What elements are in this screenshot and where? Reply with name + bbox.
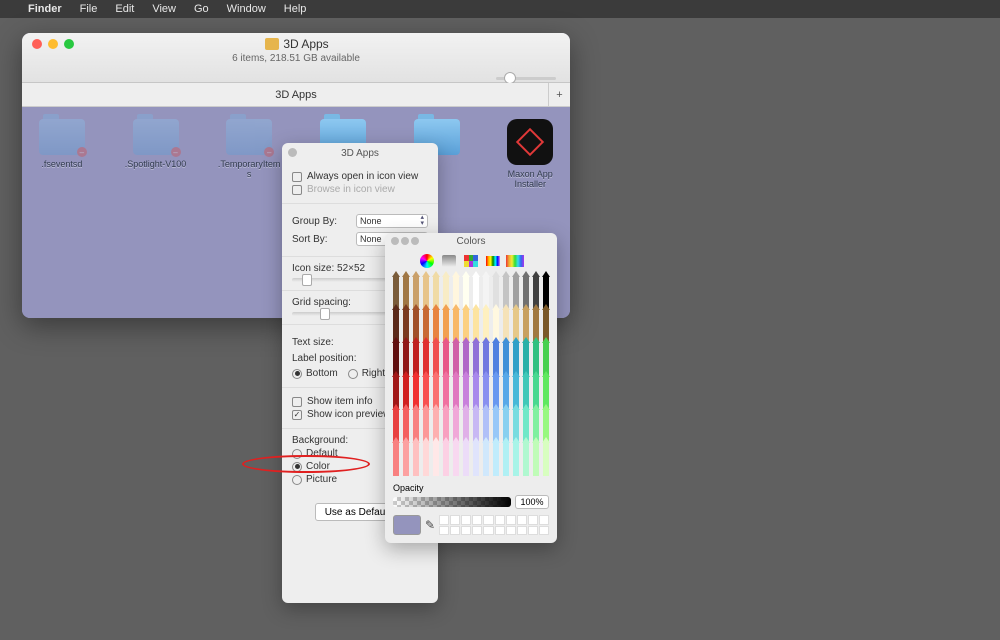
palette-icon [464,255,478,267]
iconsize-value: 52×52 [337,263,365,274]
pencil-color[interactable] [501,443,511,476]
menu-view[interactable]: View [152,3,176,15]
panel-title: 3D Apps [341,148,379,159]
always-open-checkbox[interactable] [292,172,302,182]
file-item[interactable]: Maxon App Installer [498,119,562,189]
menubar: Finder File Edit View Go Window Help [0,0,1000,18]
pathbar[interactable]: 3D Apps + [22,83,570,107]
browse-checkbox [292,185,302,195]
minimize-button[interactable] [48,39,58,49]
picker-tab-pencils[interactable] [506,253,524,269]
pencil-picker[interactable] [391,277,551,476]
bg-picture-label: Picture [306,474,337,485]
bg-color-radio[interactable] [292,462,302,472]
bottom-label: Bottom [306,368,338,379]
color-wheel-icon [420,254,434,268]
minimize-icon[interactable] [401,237,409,245]
pencil-color[interactable] [491,443,501,476]
pencil-color[interactable] [401,443,411,476]
picker-tab-sliders[interactable] [440,253,458,269]
bg-picture-radio[interactable] [292,475,302,485]
opacity-label: Opacity [393,483,549,493]
status-text: 6 items, 218.51 GB available [22,51,570,70]
groupby-label: Group By: [292,216,337,227]
pencil-color[interactable] [481,443,491,476]
opacity-slider[interactable] [393,497,511,507]
eyedropper-icon[interactable]: ✎ [425,518,435,532]
pencils-icon [506,255,524,267]
always-open-label: Always open in icon view [307,171,418,182]
menu-app[interactable]: Finder [28,3,62,15]
pencil-color[interactable] [431,443,441,476]
labelpos-bottom-radio[interactable] [292,369,302,379]
bg-default-label: Default [306,448,338,459]
sliders-icon [442,255,456,267]
right-label: Right [362,368,385,379]
sortby-label: Sort By: [292,234,328,245]
path-segment[interactable]: 3D Apps [275,89,317,101]
menu-go[interactable]: Go [194,3,209,15]
icon-size-toolbar-slider[interactable] [496,77,556,80]
picker-tab-palettes[interactable] [462,253,480,269]
menu-edit[interactable]: Edit [115,3,134,15]
pencil-color[interactable] [531,443,541,476]
pencil-color[interactable] [411,443,421,476]
zoom-button[interactable] [64,39,74,49]
colors-panel: Colors Opacity 100% ✎ [385,233,557,543]
close-icon[interactable] [391,237,399,245]
bg-default-radio[interactable] [292,449,302,459]
pencil-color[interactable] [541,443,551,476]
pencil-color[interactable] [391,443,401,476]
close-button[interactable] [32,39,42,49]
swatch-grid[interactable] [439,515,549,535]
iconpreview-checkbox[interactable] [292,410,302,420]
zoom-icon[interactable] [411,237,419,245]
iteminfo-label: Show item info [307,396,373,407]
add-tab-button[interactable]: + [548,83,570,106]
pencil-color[interactable] [451,443,461,476]
close-icon[interactable] [288,148,297,157]
pencil-color[interactable] [421,443,431,476]
menu-help[interactable]: Help [284,3,307,15]
pencil-color[interactable] [441,443,451,476]
picker-tab-spectrum[interactable] [484,253,502,269]
colors-title: Colors [457,236,486,247]
file-item[interactable]: –.Spotlight-V100 [124,119,188,169]
current-color-swatch[interactable] [393,515,421,535]
opacity-value[interactable]: 100% [515,495,549,509]
labelpos-right-radio[interactable] [348,369,358,379]
pencil-color[interactable] [511,443,521,476]
folder-icon [265,38,279,50]
pencil-color[interactable] [521,443,531,476]
pencil-color[interactable] [461,443,471,476]
iconsize-label: Icon size: [292,263,334,274]
menu-file[interactable]: File [80,3,98,15]
file-item[interactable]: –.TemporaryItems [217,119,281,179]
bg-color-label: Color [306,461,330,472]
window-title: 3D Apps [283,37,328,51]
menu-window[interactable]: Window [227,3,266,15]
picker-tab-wheel[interactable] [418,253,436,269]
browse-label: Browse in icon view [307,184,395,195]
spectrum-icon [486,256,500,266]
app-icon [507,119,553,165]
groupby-select[interactable]: None▴▾ [356,214,428,228]
iconpreview-label: Show icon preview [307,409,390,420]
iteminfo-checkbox[interactable] [292,397,302,407]
textsize-label: Text size: [292,337,334,348]
file-item[interactable]: –.fseventsd [30,119,94,169]
pencil-color[interactable] [471,443,481,476]
